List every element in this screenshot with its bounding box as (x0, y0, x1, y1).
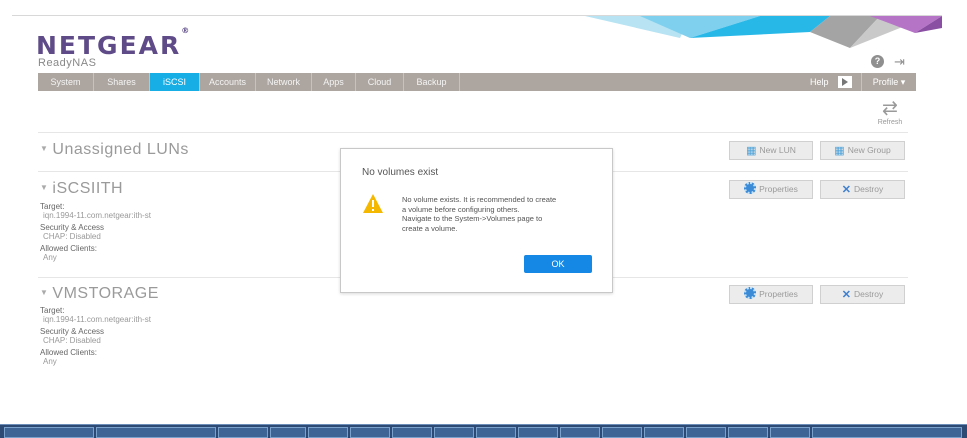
taskbar-item[interactable] (686, 427, 726, 438)
taskbar-item[interactable] (728, 427, 768, 438)
security-value: CHAP: Disabled (43, 232, 101, 241)
nav-system[interactable]: System (38, 73, 94, 91)
properties-button[interactable]: Properties (729, 180, 813, 199)
taskbar-item[interactable] (518, 427, 558, 438)
gear-icon (744, 182, 757, 194)
group-icon: ▦ (834, 145, 845, 157)
destroy-button[interactable]: ✕ Destroy (820, 285, 905, 304)
collapse-triangle-icon: ▼ (40, 183, 49, 192)
ok-button[interactable]: OK (524, 255, 592, 273)
taskbar-item[interactable] (602, 427, 642, 438)
nav-backup[interactable]: Backup (404, 73, 460, 91)
taskbar-item[interactable] (308, 427, 348, 438)
netgear-logo: NETGEAR® (36, 25, 190, 60)
dialog-line: No volume exists. It is recommended to c… (402, 195, 557, 204)
dialog-message: No volume exists. It is recommended to c… (402, 195, 594, 233)
security-label: Security & Access (40, 223, 105, 232)
taskbar-item[interactable] (96, 427, 216, 438)
no-volumes-dialog: No volumes exist No volume exists. It is… (340, 148, 613, 293)
clients-value: Any (43, 357, 57, 366)
section-vmstorage[interactable]: ▼ VMSTORAGE (40, 285, 159, 303)
nav-apps[interactable]: Apps (312, 73, 356, 91)
divider (38, 132, 908, 133)
target-label: Target: (40, 202, 65, 211)
os-taskbar (0, 424, 967, 438)
nav-iscsi[interactable]: iSCSI (150, 73, 200, 91)
new-lun-button[interactable]: ▦ New LUN (729, 141, 813, 160)
clients-value: Any (43, 253, 57, 262)
dialog-line: a volume before configuring others. (402, 204, 520, 214)
section-iscsiith[interactable]: ▼ iSCSIITH (40, 180, 123, 198)
nav-profile[interactable]: Profile ▾ (861, 73, 916, 91)
nav-accounts[interactable]: Accounts (200, 73, 256, 91)
taskbar-item[interactable] (770, 427, 810, 438)
help-circle-icon[interactable]: ? (871, 55, 884, 68)
taskbar-item[interactable] (218, 427, 268, 438)
taskbar-item[interactable] (350, 427, 390, 438)
refresh-icon: ⇄ (882, 98, 898, 119)
vmstorage-details: Target: iqn.1994-11.com.netgear:ith-st S… (40, 306, 151, 366)
security-label: Security & Access (40, 327, 105, 336)
dialog-line: create a volume. (402, 223, 458, 233)
taskbar-item[interactable] (392, 427, 432, 438)
clients-label: Allowed Clients: (40, 244, 97, 253)
properties-button[interactable]: Properties (729, 285, 813, 304)
taskbar-item[interactable] (4, 427, 94, 438)
refresh-button[interactable]: ⇄ Refresh (872, 99, 908, 126)
dialog-line: Navigate to the System->Volumes page to (402, 214, 543, 223)
new-group-button[interactable]: ▦ New Group (820, 141, 905, 160)
taskbar-item[interactable] (434, 427, 474, 438)
taskbar-item[interactable] (270, 427, 306, 438)
nav-help[interactable]: Help (810, 73, 829, 91)
collapse-triangle-icon: ▼ (40, 288, 49, 297)
nav-shares[interactable]: Shares (94, 73, 150, 91)
destroy-button[interactable]: ✕ Destroy (820, 180, 905, 199)
target-label: Target: (40, 306, 65, 315)
taskbar-tray (812, 427, 962, 438)
security-value: CHAP: Disabled (43, 336, 101, 345)
target-value: iqn.1994-11.com.netgear:ith-st (43, 211, 151, 220)
gear-icon (744, 287, 757, 299)
main-nav: System Shares iSCSI Accounts Network App… (38, 73, 916, 91)
warning-icon (363, 194, 383, 213)
header-icons: ? ⇥ (871, 55, 905, 68)
section-unassigned-luns[interactable]: ▼ Unassigned LUNs (40, 141, 189, 159)
taskbar-item[interactable] (644, 427, 684, 438)
target-value: iqn.1994-11.com.netgear:ith-st (43, 315, 151, 324)
play-icon[interactable] (838, 76, 852, 88)
taskbar-item[interactable] (560, 427, 600, 438)
nav-cloud[interactable]: Cloud (356, 73, 404, 91)
collapse-triangle-icon: ▼ (40, 144, 49, 153)
logout-icon[interactable]: ⇥ (894, 55, 905, 68)
destroy-x-icon: ✕ (841, 289, 851, 301)
destroy-x-icon: ✕ (841, 184, 851, 196)
nav-network[interactable]: Network (256, 73, 312, 91)
dialog-title: No volumes exist (362, 167, 439, 178)
iscsiith-details: Target: iqn.1994-11.com.netgear:ith-st S… (40, 202, 151, 262)
taskbar-item[interactable] (476, 427, 516, 438)
product-name: ReadyNAS (38, 57, 97, 69)
refresh-label: Refresh (877, 119, 903, 126)
clients-label: Allowed Clients: (40, 348, 97, 357)
lun-icon: ▦ (746, 145, 757, 157)
